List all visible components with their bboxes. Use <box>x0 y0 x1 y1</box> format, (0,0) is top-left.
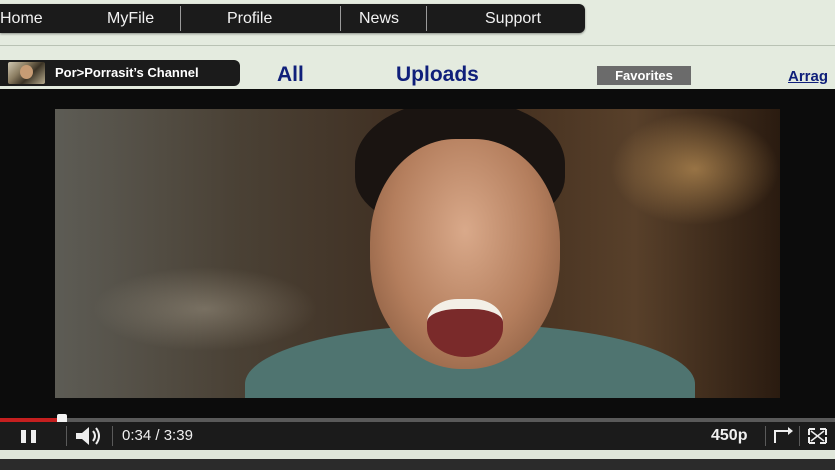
nav-support[interactable]: Support <box>485 4 541 33</box>
video-frame[interactable] <box>55 109 780 398</box>
tab-arrange[interactable]: Arrag <box>788 68 828 85</box>
top-nav: Home MyFile Profile News Support <box>0 4 585 33</box>
nav-home[interactable]: Home <box>0 4 43 33</box>
time-separator: / <box>155 427 160 444</box>
popout-icon <box>774 427 793 443</box>
nav-news[interactable]: News <box>359 4 399 33</box>
pause-button[interactable] <box>0 422 66 450</box>
nav-separator <box>340 6 341 31</box>
volume-icon <box>76 427 100 445</box>
fullscreen-button[interactable] <box>800 422 835 450</box>
fullscreen-icon <box>808 428 827 444</box>
tab-favorites[interactable]: Favorites <box>597 66 691 85</box>
tab-all[interactable]: All <box>277 63 304 87</box>
duration: 3:39 <box>163 427 193 444</box>
nav-profile[interactable]: Profile <box>227 4 272 33</box>
current-time: 0:34 <box>122 427 152 444</box>
video-player: 0:34 / 3:39 450p <box>0 89 835 450</box>
channel-link[interactable]: Por>Porrasit’s Channel <box>0 60 240 86</box>
popout-button[interactable] <box>766 422 799 450</box>
tab-uploads[interactable]: Uploads <box>396 63 479 87</box>
header-divider <box>0 45 835 46</box>
nav-separator <box>180 6 181 31</box>
quality-selector[interactable]: 450p <box>711 422 747 450</box>
time-display: 0:34 / 3:39 <box>122 422 193 450</box>
nav-myfile[interactable]: MyFile <box>107 4 154 33</box>
pause-icon <box>21 430 36 443</box>
bottom-strip <box>0 450 835 470</box>
channel-avatar <box>8 62 45 84</box>
player-controls: 0:34 / 3:39 450p <box>0 422 835 450</box>
nav-separator <box>426 6 427 31</box>
channel-name: Por>Porrasit’s Channel <box>55 65 199 80</box>
volume-button[interactable] <box>67 422 112 450</box>
